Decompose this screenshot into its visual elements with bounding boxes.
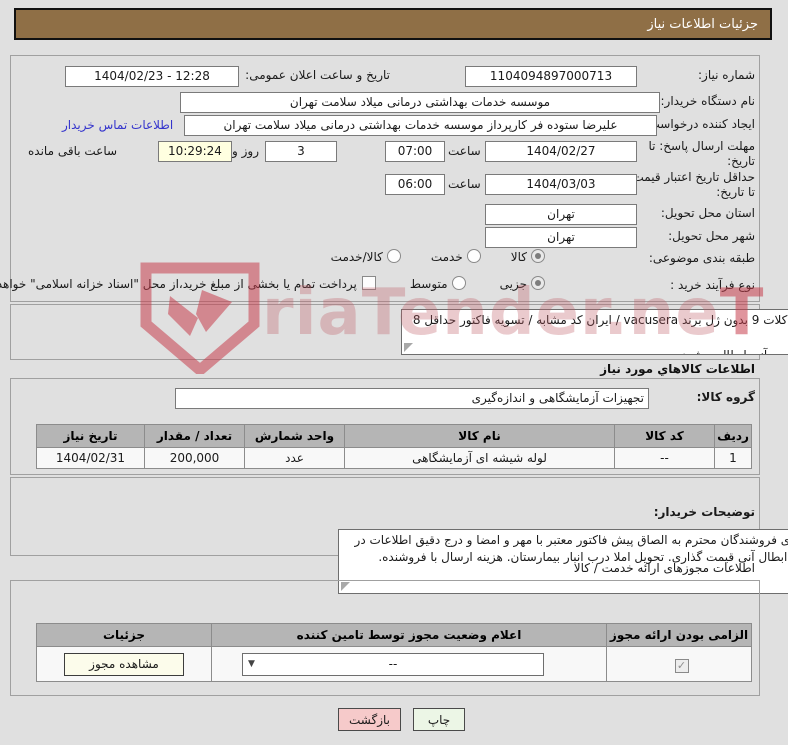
radio-goods-icon[interactable] (531, 249, 545, 263)
radio-partial-icon[interactable] (531, 276, 545, 290)
buyer-notes-label: توضیحات خریدار: (653, 505, 755, 519)
cell-permit-details: مشاهده مجوز (36, 646, 212, 682)
need-number-label: شماره نیاز: (698, 68, 755, 82)
goods-group-value[interactable]: تجهیزات آزمایشگاهی و اندازه‌گیری (175, 388, 649, 409)
col-item-name: نام کالا (344, 424, 615, 448)
announce-label: تاریخ و ساعت اعلان عمومی: (245, 68, 390, 82)
view-permit-button[interactable]: مشاهده مجوز (64, 652, 184, 676)
classification-label: طبقه بندی موضوعی: (648, 251, 755, 265)
table-row: ✓ -- ▼ مشاهده مجوز (36, 646, 752, 682)
cell-unit: عدد (244, 447, 345, 469)
buyer-contact-link[interactable]: اطلاعات تماس خریدار (62, 118, 173, 132)
radio-medium-icon[interactable] (451, 276, 466, 290)
need-details-page: جزئیات اطلاعات نیاز شماره نیاز: 11040948… (0, 0, 788, 745)
creator-value[interactable]: علیرضا ستوده فر کارپرداز موسسه خدمات بهد… (184, 115, 657, 136)
radio-goods-service-icon[interactable] (386, 249, 401, 263)
process-type-radios: جزیی متوسط پرداخت تمام یا بخشی از مبلغ خ… (0, 276, 545, 291)
items-table: ردیف کد کالا نام کالا واحد شمارش تعداد /… (36, 424, 752, 469)
col-row-number: ردیف (714, 424, 752, 448)
col-need-date: تاریخ نیاز (36, 424, 145, 448)
col-permit-required: الزامی بودن ارائه مجوز (606, 623, 752, 647)
col-quantity: تعداد / مقدار (144, 424, 245, 448)
radio-medium[interactable]: متوسط (410, 276, 466, 291)
goods-group-label: گروه کالا: (696, 390, 755, 404)
cell-item-code: -- (614, 447, 715, 469)
price-validity-date[interactable]: 1404/03/03 (485, 174, 637, 195)
treasury-payment-option[interactable]: پرداخت تمام یا بخشی از مبلغ خرید،از محل … (0, 276, 376, 291)
col-permit-details: جزئیات (36, 623, 212, 647)
radio-service-icon[interactable] (466, 249, 481, 263)
classification-radios: کالا خدمت کالا/خدمت (331, 249, 545, 264)
cell-permit-required: ✓ (606, 646, 752, 682)
col-unit: واحد شمارش (244, 424, 345, 448)
cell-row-number: 1 (714, 447, 752, 469)
print-button[interactable]: چاپ (413, 708, 465, 731)
remaining-time: 10:29:24 (158, 141, 232, 162)
cell-permit-status: -- ▼ (211, 646, 607, 682)
remaining-suffix: ساعت باقی مانده (28, 144, 118, 158)
cell-quantity: 200,000 (144, 447, 245, 469)
permits-table-header-row: الزامی بودن ارائه مجوز اعلام وضعیت مجوز … (36, 623, 752, 647)
buyer-org-value[interactable]: موسسه خدمات بهداشتی درمانی میلاد سلامت ت… (180, 92, 660, 113)
deadline-time[interactable]: 07:00 (385, 141, 445, 162)
buyer-org-label: نام دستگاه خریدار: (660, 94, 756, 108)
items-table-header-row: ردیف کد کالا نام کالا واحد شمارش تعداد /… (36, 424, 752, 448)
process-type-label: نوع فرآیند خرید : (670, 278, 755, 292)
permit-required-checkbox-icon: ✓ (674, 658, 689, 673)
price-validity-label: حداقل تاریخ اعتبار قیمت: تا تاریخ: (628, 170, 755, 199)
description-textarea[interactable]: لوله لخته 100*16 وکیوم کلات 9 بدون ژل بر… (401, 309, 788, 355)
remaining-days-label: روز و (232, 144, 259, 158)
deadline-label: مهلت ارسال پاسخ: تا تاریخ: (648, 139, 755, 168)
cell-item-name: لوله شیشه ای آزمایشگاهی (344, 447, 615, 469)
radio-goods[interactable]: کالا (511, 249, 545, 264)
page-title-bar: جزئیات اطلاعات نیاز (14, 8, 772, 40)
radio-partial[interactable]: جزیی (500, 276, 545, 291)
treasury-checkbox-icon[interactable] (361, 276, 376, 290)
radio-goods-service[interactable]: کالا/خدمت (331, 249, 401, 264)
back-button[interactable]: بازگشت (338, 708, 401, 731)
cell-need-date: 1404/02/31 (36, 447, 145, 469)
col-item-code: کد کالا (614, 424, 715, 448)
price-validity-hour-label: ساعت (448, 177, 481, 191)
province-label: استان محل تحویل: (660, 206, 755, 220)
table-row: 1 -- لوله شیشه ای آزمایشگاهی عدد 200,000… (36, 447, 752, 469)
need-number-value[interactable]: 1104094897000713 (465, 66, 637, 87)
province-value[interactable]: تهران (485, 204, 637, 225)
announce-value[interactable]: 1404/02/23 - 12:28 (65, 66, 239, 87)
items-section-title: اطلاعات کالاهاي مورد نیاز (600, 362, 755, 376)
permit-status-dropdown[interactable]: -- ▼ (242, 652, 544, 676)
city-label: شهر محل تحویل: (668, 229, 755, 243)
city-value[interactable]: تهران (485, 227, 637, 248)
page-title: جزئیات اطلاعات نیاز (647, 16, 758, 32)
deadline-date[interactable]: 1404/02/27 (485, 141, 637, 162)
col-permit-status: اعلام وضعیت مجوز توسط تامین کننده (211, 623, 607, 647)
permits-section-title: اطلاعات مجوزهای ارائه خدمت / کالا (573, 561, 755, 575)
permit-status-value: -- (388, 656, 398, 671)
radio-service[interactable]: خدمت (431, 249, 481, 264)
deadline-hour-label: ساعت (448, 144, 481, 158)
creator-label: ایجاد کننده درخواست: (644, 117, 755, 131)
permits-table: الزامی بودن ارائه مجوز اعلام وضعیت مجوز … (36, 623, 752, 682)
remaining-days: 3 (265, 141, 337, 162)
chevron-down-icon: ▼ (248, 658, 255, 669)
price-validity-time[interactable]: 06:00 (385, 174, 445, 195)
